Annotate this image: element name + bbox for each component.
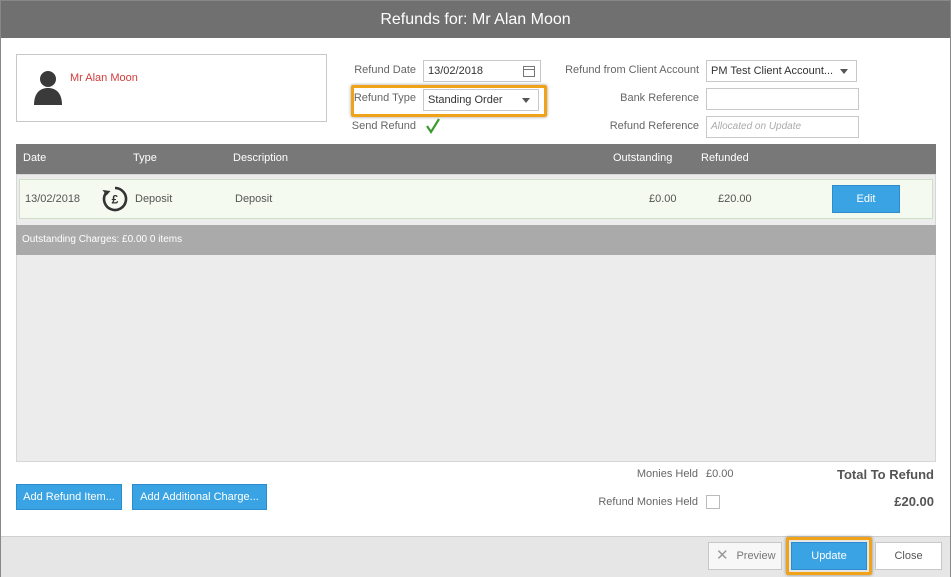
refund-type-label: Refund Type — [353, 92, 416, 104]
update-button[interactable]: Update — [791, 542, 867, 570]
chevron-down-icon — [522, 98, 530, 103]
chevron-down-icon — [840, 69, 848, 74]
refund-reference-label: Refund Reference — [609, 120, 699, 132]
person-avatar-icon — [34, 71, 62, 105]
monies-held-value: £0.00 — [706, 468, 734, 480]
dialog-footer: ✕ Preview Update Close — [1, 536, 950, 577]
refund-from-select[interactable]: PM Test Client Account... — [706, 60, 857, 82]
refund-date-value: 13/02/2018 — [428, 65, 484, 77]
refund-date-label: Refund Date — [354, 64, 416, 76]
pound-refund-icon: £ — [102, 186, 128, 212]
row-date: 13/02/2018 — [25, 193, 81, 205]
refund-monies-held-checkbox[interactable] — [706, 495, 720, 509]
bank-reference-input[interactable] — [706, 88, 859, 110]
outstanding-charges-bar: Outstanding Charges: £0.00 0 items — [16, 225, 936, 255]
refunds-dialog: Refunds for: Mr Alan Moon Mr Alan Moon R… — [0, 0, 951, 577]
column-type[interactable]: Type — [133, 152, 157, 164]
grid-header: Date Type Description Outstanding Refund… — [16, 144, 936, 174]
refund-monies-held-label: Refund Monies Held — [598, 496, 698, 508]
add-refund-item-button[interactable]: Add Refund Item... — [16, 484, 122, 510]
refund-date-field[interactable]: 13/02/2018 — [423, 60, 541, 82]
refund-reference-input[interactable]: Allocated on Update — [706, 116, 859, 138]
dialog-title: Refunds for: Mr Alan Moon — [1, 1, 950, 38]
refund-type-select[interactable]: Standing Order — [423, 89, 539, 111]
client-card: Mr Alan Moon — [16, 54, 327, 122]
preview-button[interactable]: ✕ Preview — [708, 542, 782, 570]
table-row[interactable]: 13/02/2018 £ Deposit Deposit £0.00 £20.0… — [19, 179, 933, 219]
row-type: Deposit — [135, 193, 173, 205]
close-x-icon: ✕ — [716, 547, 729, 564]
check-icon — [426, 118, 440, 135]
add-additional-charge-button[interactable]: Add Additional Charge... — [132, 484, 267, 510]
send-refund-checkbox[interactable] — [425, 117, 441, 135]
total-to-refund-label: Total To Refund — [837, 467, 934, 482]
refund-from-value: PM Test Client Account... — [711, 65, 834, 77]
total-to-refund-value: £20.00 — [894, 494, 934, 509]
column-description[interactable]: Description — [233, 152, 288, 164]
refund-from-label: Refund from Client Account — [565, 64, 699, 76]
column-date[interactable]: Date — [23, 152, 46, 164]
row-outstanding: £0.00 — [649, 193, 677, 205]
preview-label: Preview — [736, 550, 776, 562]
send-refund-label: Send Refund — [351, 120, 416, 132]
monies-held-label: Monies Held — [636, 468, 698, 480]
edit-button[interactable]: Edit — [832, 185, 900, 213]
svg-text:£: £ — [112, 193, 119, 207]
bank-reference-label: Bank Reference — [620, 92, 699, 104]
row-refunded: £20.00 — [718, 193, 752, 205]
column-refunded[interactable]: Refunded — [701, 152, 749, 164]
client-name[interactable]: Mr Alan Moon — [70, 72, 138, 84]
refund-type-value: Standing Order — [428, 94, 503, 106]
row-description: Deposit — [235, 193, 273, 205]
close-button[interactable]: Close — [875, 542, 942, 570]
calendar-icon[interactable] — [523, 66, 535, 77]
column-outstanding[interactable]: Outstanding — [613, 152, 672, 164]
